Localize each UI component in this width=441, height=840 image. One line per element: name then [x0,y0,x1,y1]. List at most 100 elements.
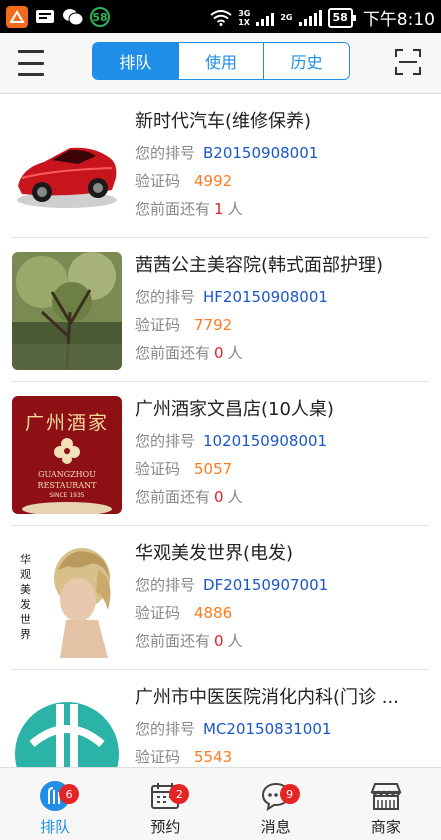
wifi-icon [210,9,232,26]
notification-count-icon: 58 [90,7,110,27]
shop-name: 广州酒家文昌店(10人桌) [135,399,334,420]
shop-name: 新时代汽车(维修保养) [135,111,312,132]
nav-merchants-label: 商家 [370,818,401,836]
people-ahead-suffix: 人 [227,632,243,650]
verify-code-label: 验证码 [135,604,181,622]
app-notification-icon [6,6,28,28]
wechat-icon [62,6,84,28]
salon-logo-text: 华观美发世界 [20,553,31,641]
nav-queue[interactable]: 6 排队 [0,768,110,840]
people-ahead-prefix: 您前面还有 [135,200,211,218]
message-notification-icon [34,6,56,28]
people-ahead-suffix: 人 [227,200,243,218]
top-toolbar: 排队 使用 历史 [0,33,441,94]
messages-badge: 9 [279,784,300,804]
clock: 下午8:10 [362,10,435,30]
verify-code-row: 验证码 5057 [135,458,232,479]
people-ahead-count: 0 [214,632,224,650]
flower-emblem-icon [54,438,80,464]
tab-history[interactable]: 历史 [263,43,349,79]
people-ahead-row: 您前面还有 1 人 [135,198,243,219]
verify-code-label: 验证码 [135,172,181,190]
network-small-label: 2G [280,13,293,22]
nav-messages[interactable]: 9 消息 [221,768,331,840]
people-ahead-count: 0 [214,488,224,506]
verify-code-row: 验证码 5543 [135,746,232,767]
people-ahead-row: 您前面还有 0 人 [135,342,243,363]
restaurant-logo-en-2: RESTAURANT [37,481,97,490]
queue-number-label: 您的排号 [135,576,196,594]
verify-code-row: 验证码 7792 [135,314,232,335]
queue-number-row: 您的排号 B20150908001 [135,142,318,163]
verify-code-value: 7792 [194,316,233,334]
restaurant-logo-since: SINCE 1935 [49,492,85,499]
signal-2-icon [298,9,322,26]
queue-badge: 6 [59,784,80,804]
tab-queue[interactable]: 排队 [93,43,178,79]
hairstyle-image: 华观美发世界 [12,540,122,658]
verify-code-label: 验证码 [135,748,181,766]
nav-reserve-label: 预约 [150,818,181,836]
people-ahead-prefix: 您前面还有 [135,632,211,650]
queue-number-value: MC20150831001 [203,720,332,738]
nav-queue-label: 排队 [40,818,71,836]
segmented-tabs: 排队 使用 历史 [92,42,350,80]
nav-reserve[interactable]: 2 预约 [110,768,220,840]
dish-plate-image [22,502,112,514]
queue-number-value: B20150908001 [203,144,319,162]
list-item[interactable]: 广州市中医医院消化内科(门诊 ... 您的排号 MC20150831001 验证码… [0,670,441,767]
queue-number-row: 您的排号 1020150908001 [135,430,327,451]
queue-number-value: HF20150908001 [203,288,328,306]
reserve-badge: 2 [169,784,190,804]
car-image [12,108,122,226]
verify-code-row: 验证码 4992 [135,170,232,191]
shop-icon [370,783,402,810]
status-bar: 58 3G 1X 2G 58 下午8:10 [0,0,441,33]
people-ahead-prefix: 您前面还有 [135,344,211,362]
people-ahead-row: 您前面还有 0 人 [135,630,243,651]
queue-number-label: 您的排号 [135,720,196,738]
scan-icon[interactable] [395,49,421,75]
people-ahead-suffix: 人 [227,488,243,506]
queue-number-label: 您的排号 [135,432,196,450]
verify-code-row: 验证码 4886 [135,602,232,623]
list-item[interactable]: 茜茜公主美容院(韩式面部护理) 您的排号 HF20150908001 验证码 779… [0,238,441,382]
people-ahead-suffix: 人 [227,344,243,362]
people-ahead-row: 您前面还有 0 人 [135,486,243,507]
queue-number-value: DF20150907001 [203,576,329,594]
tab-use[interactable]: 使用 [177,43,264,79]
network-top-label: 3G [238,8,251,18]
network-bottom-label: 1X [238,17,250,27]
people-ahead-prefix: 您前面还有 [135,488,211,506]
restaurant-logo: 广州酒家 GUANGZHOU RESTAURANT SINCE 1935 [12,396,122,514]
battery-icon: 58 [327,7,357,28]
network-type: 3G 1X [238,9,250,27]
queue-number-row: 您的排号 HF20150908001 [135,286,328,307]
shop-name: 茜茜公主美容院(韩式面部护理) [135,255,384,276]
bottom-navigation: 6 排队 2 预约 9 消息 商家 [0,767,441,840]
list-item[interactable]: 广州酒家 GUANGZHOU RESTAURANT SINCE 1935 广州酒… [0,382,441,526]
shop-name: 广州市中医医院消化内科(门诊 ... [135,687,399,708]
shop-name: 华观美发世界(电发) [135,543,294,564]
queue-list: 新时代汽车(维修保养) 您的排号 B20150908001 验证码 4992 您前面… [0,94,441,767]
queue-number-row: 您的排号 MC20150831001 [135,718,331,739]
verify-code-label: 验证码 [135,460,181,478]
people-ahead-count: 1 [214,200,224,218]
hospital-logo [12,684,122,767]
signal-icon [256,10,275,26]
menu-icon[interactable] [18,50,44,76]
queue-number-value: 1020150908001 [203,432,328,450]
list-item[interactable]: 新时代汽车(维修保养) 您的排号 B20150908001 验证码 4992 您前面… [0,94,441,238]
verify-code-value: 4886 [194,604,233,622]
verify-code-label: 验证码 [135,316,181,334]
restaurant-logo-en-1: GUANGZHOU [38,470,96,479]
restaurant-logo-chinese: 广州酒家 [24,412,109,434]
queue-number-label: 您的排号 [135,288,196,306]
verify-code-value: 5057 [194,460,233,478]
list-item[interactable]: 华观美发世界 华观美发世界(电发) 您的排号 DF20150907001 验证码 4… [0,526,441,670]
people-ahead-count: 0 [214,344,224,362]
nav-merchants[interactable]: 商家 [331,768,441,840]
verify-code-value: 4992 [194,172,233,190]
tree-image [12,252,122,370]
nav-messages-label: 消息 [260,818,291,836]
